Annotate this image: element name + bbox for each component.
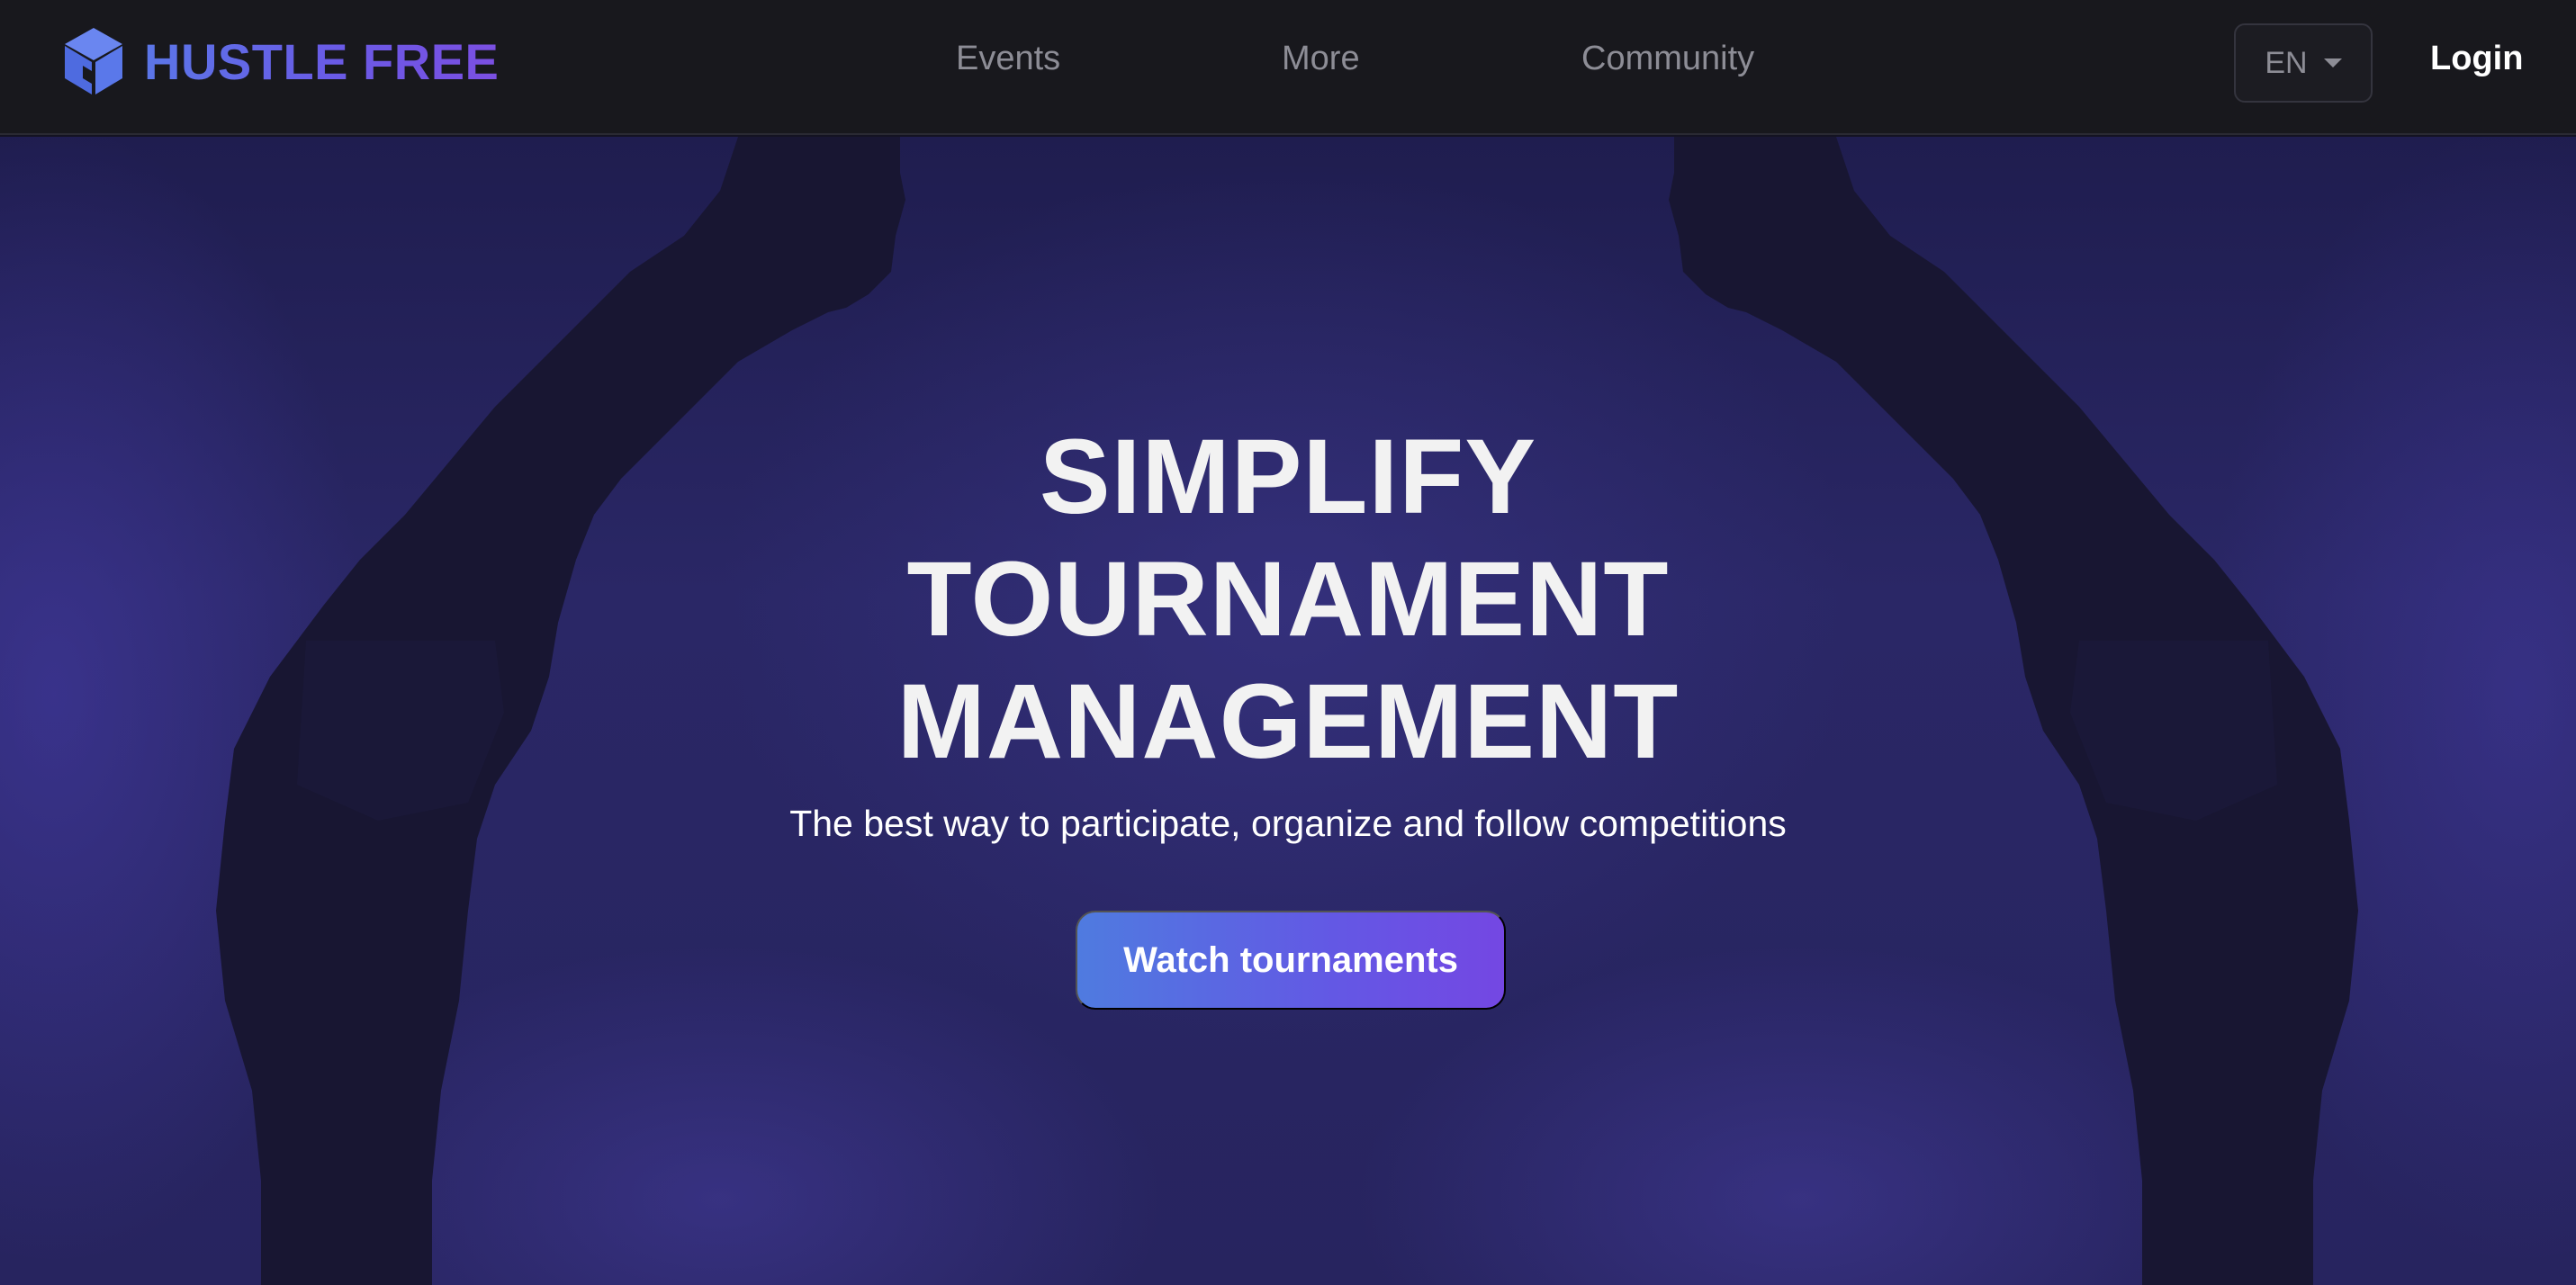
hero-title-line-3: MANAGEMENT <box>896 662 1680 781</box>
nav-link-community[interactable]: Community <box>1581 40 1754 78</box>
watch-tournaments-button[interactable]: Watch tournaments <box>1076 911 1506 1010</box>
top-navbar: HUSTLE FREE Events More Community EN Log… <box>0 0 2576 135</box>
language-value: EN <box>2265 45 2308 80</box>
hero-section: SIMPLIFY TOURNAMENT MANAGEMENT The best … <box>0 137 2576 1285</box>
brand-logo-link[interactable]: HUSTLE FREE <box>63 25 499 97</box>
nav-link-more[interactable]: More <box>1282 40 1360 78</box>
hero-subtitle: The best way to participate, organize an… <box>789 803 1787 844</box>
hero-title-line-2: TOURNAMENT <box>906 540 1670 659</box>
hero-title: SIMPLIFY TOURNAMENT MANAGEMENT <box>0 416 2576 783</box>
hero-title-line-1: SIMPLIFY <box>1039 418 1537 536</box>
chevron-down-icon <box>2323 58 2342 67</box>
language-select[interactable]: EN <box>2234 23 2373 103</box>
login-link[interactable]: Login <box>2430 40 2523 78</box>
brand-name: HUSTLE FREE <box>144 32 500 90</box>
watch-tournaments-label: Watch tournaments <box>1123 939 1458 980</box>
cube-icon <box>65 28 122 94</box>
nav-link-events[interactable]: Events <box>956 40 1060 78</box>
